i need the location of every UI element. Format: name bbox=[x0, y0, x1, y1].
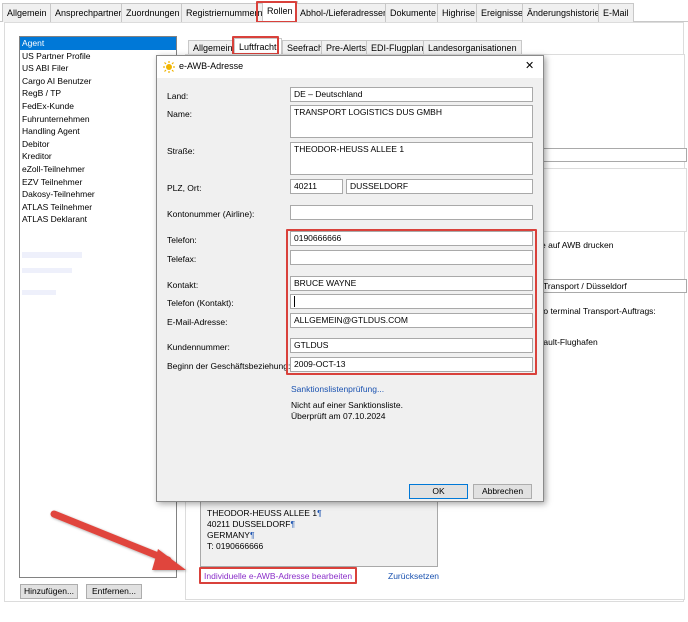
sun-icon bbox=[163, 61, 175, 73]
transport-field[interactable]: Transport / Düsseldorf bbox=[540, 279, 687, 293]
list-item[interactable]: FedEx-Kunde bbox=[20, 100, 176, 113]
airport-label: fault-Flughafen bbox=[541, 337, 598, 347]
land-label: Land: bbox=[167, 91, 189, 101]
konto-label: Kontonummer (Airline): bbox=[167, 209, 255, 219]
tab-zuordnungen[interactable]: Zuordnungen bbox=[121, 3, 185, 22]
list-item[interactable]: Handling Agent bbox=[20, 125, 176, 138]
list-item[interactable]: EZV Teilnehmer bbox=[20, 176, 176, 189]
name-label: Name: bbox=[167, 109, 193, 119]
tab-dokumente[interactable]: Dokumente bbox=[385, 3, 442, 22]
zip-field[interactable]: 40211 bbox=[290, 179, 343, 194]
contact-field[interactable]: BRUCE WAYNE bbox=[290, 276, 533, 291]
list-item[interactable]: Cargo AI Benutzer bbox=[20, 75, 176, 88]
subtab-edi-flugplan[interactable]: EDI-Flugplan bbox=[366, 40, 429, 55]
list-item[interactable]: US Partner Profile bbox=[20, 50, 176, 63]
tab-ereignisse[interactable]: Ereignisse bbox=[476, 3, 529, 22]
list-item[interactable]: eZoll-Teilnehmer bbox=[20, 163, 176, 176]
awb-print-label: e auf AWB drucken bbox=[541, 240, 614, 250]
dialog-titlebar: e-AWB-Adresse ✕ bbox=[157, 56, 543, 78]
sanction-status: Nicht auf einer Sanktionsliste. bbox=[291, 400, 403, 410]
list-item[interactable]: Debitor bbox=[20, 138, 176, 151]
role-list[interactable]: Agent US Partner Profile US ABI Filer Ca… bbox=[19, 36, 177, 578]
subtab-landesorganisationen[interactable]: Landesorganisationen bbox=[423, 40, 522, 55]
tab-email[interactable]: E-Mail bbox=[598, 3, 634, 22]
fax-field[interactable] bbox=[290, 250, 533, 265]
address-line-3: GERMANY¶ bbox=[207, 530, 255, 540]
add-role-button[interactable]: Hinzufügen... bbox=[20, 584, 78, 599]
telefax-label: Telefax: bbox=[167, 254, 197, 264]
terminal-label: to terminal Transport-Auftrags: bbox=[541, 306, 656, 316]
subtab-luftfracht[interactable]: Luftfracht bbox=[234, 38, 282, 55]
tab-ansprechpartner[interactable]: Ansprechpartner bbox=[50, 3, 127, 22]
strasse-label: Straße: bbox=[167, 146, 195, 156]
contact-phone-field[interactable] bbox=[290, 294, 533, 309]
tab-aenderungshistorie[interactable]: Änderungshistorie bbox=[522, 3, 605, 22]
tab-highrise[interactable]: Highrise bbox=[437, 3, 481, 22]
relationship-start-field[interactable]: 2009-OCT-13 bbox=[290, 357, 533, 372]
close-icon[interactable]: ✕ bbox=[525, 59, 534, 72]
list-item[interactable]: US ABI Filer bbox=[20, 62, 176, 75]
email-label: E-Mail-Adresse: bbox=[167, 317, 228, 327]
address-line-2: 40211 DUSSELDORF¶ bbox=[207, 519, 296, 529]
kundennummer-label: Kundennummer: bbox=[167, 342, 230, 352]
eawb-address-dialog: e-AWB-Adresse ✕ Land: DE – Deutschland N… bbox=[156, 55, 544, 502]
tab-allgemein[interactable]: Allgemein bbox=[2, 3, 52, 22]
list-item[interactable]: Fuhrunternehmen bbox=[20, 113, 176, 126]
tab-registriernummern[interactable]: Registriernummern bbox=[181, 3, 268, 22]
land-field[interactable]: DE – Deutschland bbox=[290, 87, 533, 102]
customer-number-field[interactable]: GTLDUS bbox=[290, 338, 533, 353]
top-tab-bar: Allgemein Ansprechpartner Zuordnungen Re… bbox=[0, 0, 688, 22]
address-line-4: T: 0190666666 bbox=[207, 541, 264, 551]
list-item[interactable]: ATLAS Deklarant bbox=[20, 213, 176, 226]
text-cursor bbox=[294, 296, 295, 307]
plz-ort-label: PLZ, Ort: bbox=[167, 183, 202, 193]
transport-value: Transport / Düsseldorf bbox=[543, 281, 627, 291]
list-item[interactable]: Dakosy-Teilnehmer bbox=[20, 188, 176, 201]
sanction-check-link[interactable]: Sanktionslistenprüfung... bbox=[291, 384, 384, 394]
list-item[interactable]: Agent bbox=[20, 37, 176, 50]
subtab-pre-alerts[interactable]: Pre-Alerts bbox=[321, 40, 372, 55]
sanction-checked-date: Überprüft am 07.10.2024 bbox=[291, 411, 386, 421]
dialog-title: e-AWB-Adresse bbox=[179, 61, 244, 71]
red-arrow-icon bbox=[50, 510, 186, 570]
list-item[interactable]: ATLAS Teilnehmer bbox=[20, 201, 176, 214]
faded-artifact bbox=[22, 290, 56, 295]
name-field[interactable]: TRANSPORT LOGISTICS DUS GMBH bbox=[290, 105, 533, 138]
cancel-button[interactable]: Abbrechen bbox=[473, 484, 532, 499]
beginn-label: Beginn der Geschäftsbeziehung: bbox=[167, 361, 291, 371]
address-preview: THEODOR-HEUSS ALLEE 1¶ 40211 DUSSELDORF¶… bbox=[200, 495, 438, 567]
right-input-1[interactable] bbox=[540, 148, 687, 162]
telefon-kontakt-label: Telefon (Kontakt): bbox=[167, 298, 234, 308]
phone-field[interactable]: 0190666666 bbox=[290, 231, 533, 246]
city-field[interactable]: DUSSELDORF bbox=[346, 179, 533, 194]
edit-eawb-address-link[interactable]: Individuelle e-AWB-Adresse bearbeiten bbox=[204, 571, 352, 581]
tab-rollen[interactable]: Rollen bbox=[262, 1, 298, 22]
faded-artifact bbox=[22, 252, 82, 258]
list-item[interactable]: Kreditor bbox=[20, 150, 176, 163]
list-item[interactable]: RegB / TP bbox=[20, 87, 176, 100]
kontakt-label: Kontakt: bbox=[167, 280, 199, 290]
telefon-label: Telefon: bbox=[167, 235, 197, 245]
account-number-field[interactable] bbox=[290, 205, 533, 220]
street-field[interactable]: THEODOR-HEUSS ALLEE 1 bbox=[290, 142, 533, 175]
tab-abhol-lieferadressen[interactable]: Abhol-/Lieferadressen bbox=[295, 3, 394, 22]
ok-button[interactable]: OK bbox=[409, 484, 468, 499]
email-field[interactable]: ALLGEMEIN@GTLDUS.COM bbox=[290, 313, 533, 328]
faded-artifact bbox=[22, 268, 72, 273]
address-line-1: THEODOR-HEUSS ALLEE 1¶ bbox=[207, 508, 322, 518]
reset-link[interactable]: Zurücksetzen bbox=[388, 571, 439, 581]
subtab-allgemein[interactable]: Allgemein bbox=[188, 40, 238, 55]
remove-role-button[interactable]: Entfernen... bbox=[86, 584, 142, 599]
right-area bbox=[540, 168, 687, 232]
